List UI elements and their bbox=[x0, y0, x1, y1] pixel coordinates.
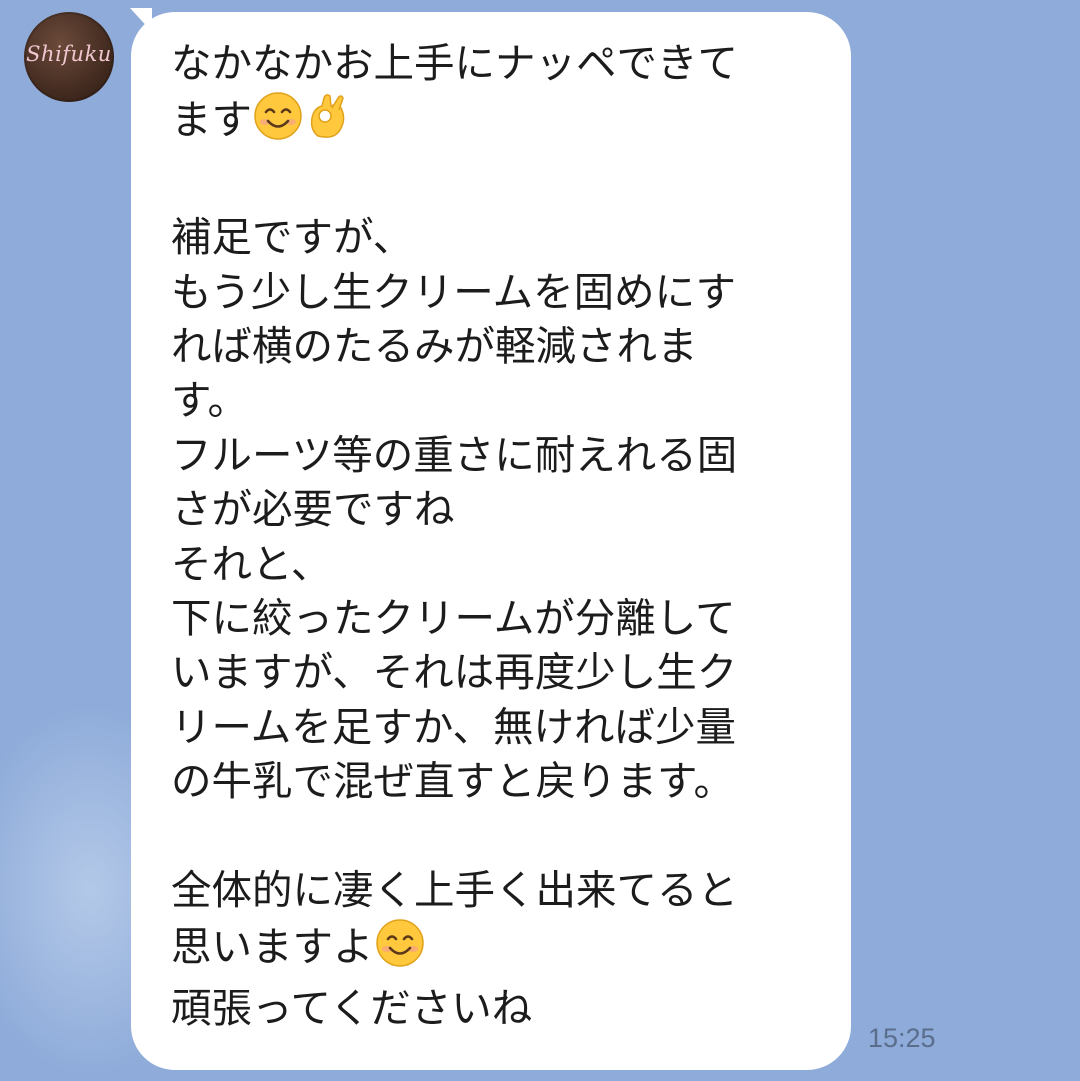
message-bubble[interactable]: なかなかお上手にナッペできて ます 補足ですが、 もう少し生クリームを固めにす … bbox=[131, 12, 851, 1070]
message-line: ます bbox=[171, 96, 252, 145]
message-line: 全体的に凄く上手く出来てると bbox=[171, 866, 738, 915]
sender-avatar[interactable]: Shifuku bbox=[24, 12, 114, 102]
message-line: なかなかお上手にナッペできて bbox=[171, 39, 738, 87]
message-line: それと、 bbox=[171, 539, 332, 588]
message-line: 頑張ってくださいね bbox=[171, 983, 533, 1032]
message-line: フルーツ等の重さに耐えれる固 bbox=[171, 430, 738, 479]
message-line: の牛乳で混ぜ直すと戻ります。 bbox=[171, 757, 734, 806]
message-text: なかなかお上手にナッペできて ます 補足ですが、 もう少し生クリームを固めにす … bbox=[171, 36, 821, 1035]
message-line: リームを足すか、無ければ少量 bbox=[171, 702, 736, 751]
message-line: さが必要ですね bbox=[171, 485, 455, 534]
message-line: もう少し生クリームを固めにす bbox=[171, 267, 736, 316]
message-line: れば横のたるみが軽減されま bbox=[171, 322, 698, 371]
avatar-logo-text: Shifuku bbox=[26, 42, 112, 66]
message-line: 下に絞ったクリームが分離して bbox=[171, 594, 736, 643]
message-line: 補足ですが、 bbox=[171, 213, 414, 262]
message-line: す。 bbox=[171, 376, 248, 425]
smiling-face-icon bbox=[374, 918, 426, 981]
message-timestamp: 15:25 bbox=[868, 1023, 936, 1053]
message-line: 思いますよ bbox=[171, 922, 374, 971]
ok-hand-icon bbox=[304, 90, 350, 155]
message-line: いますが、それは再度少し生ク bbox=[171, 648, 738, 697]
smiling-face-icon bbox=[252, 91, 304, 154]
